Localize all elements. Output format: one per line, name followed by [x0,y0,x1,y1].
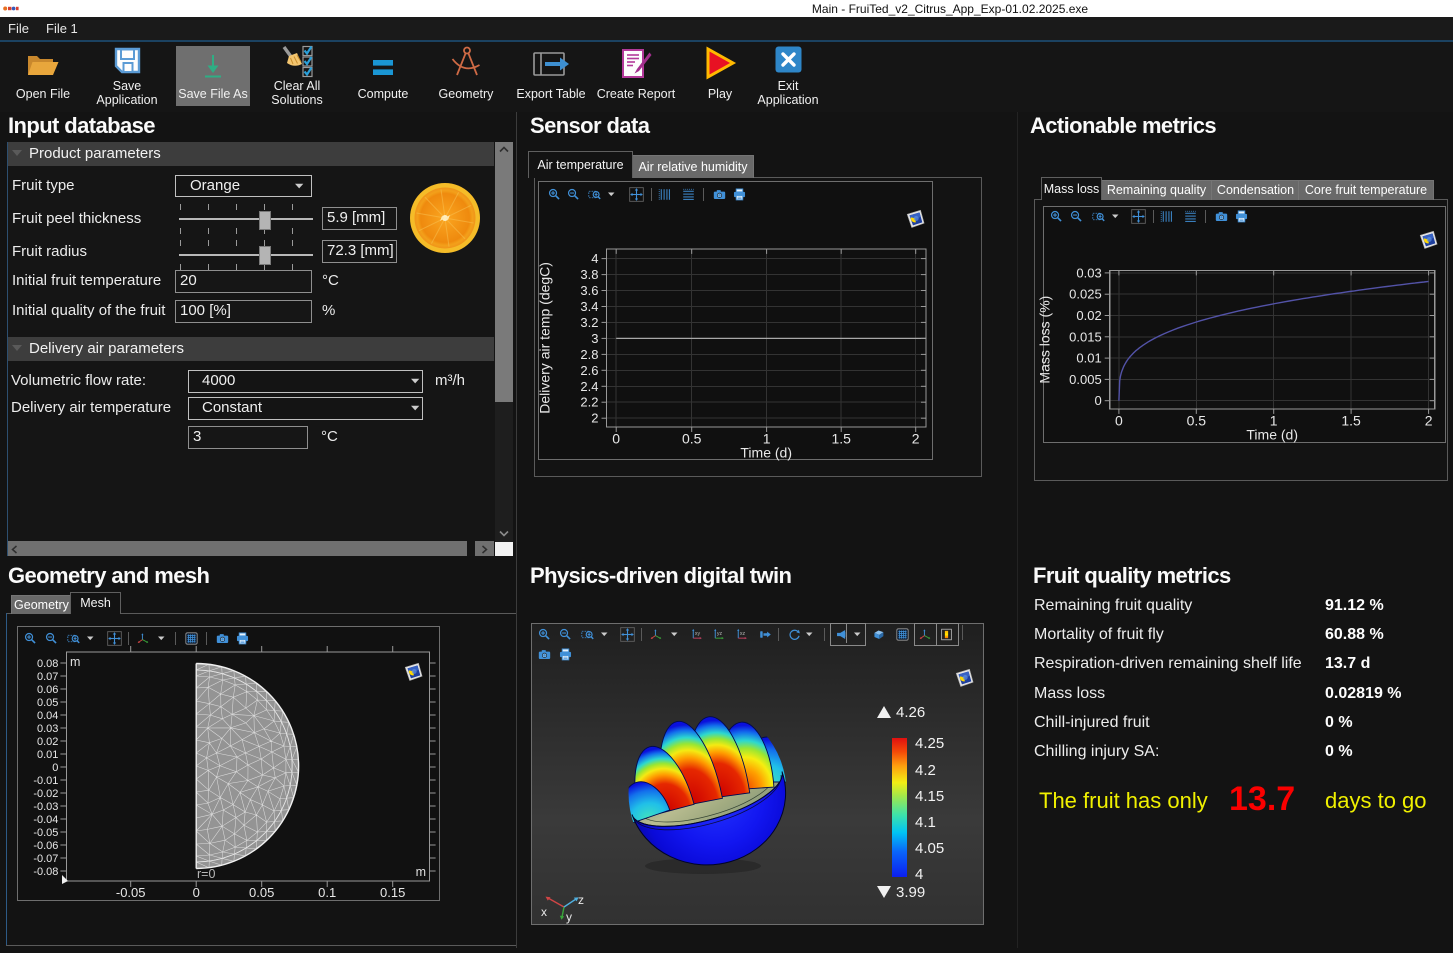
svg-text:-0.06: -0.06 [33,840,58,852]
svg-text:0.03: 0.03 [37,723,58,735]
svg-text:0.02: 0.02 [37,736,58,748]
svg-text:m: m [416,865,426,879]
svg-text:0.1: 0.1 [318,885,336,900]
svg-text:0.5: 0.5 [1187,412,1207,428]
svg-text:Time (d): Time (d) [1246,426,1298,442]
svg-text:3.6: 3.6 [580,283,598,298]
svg-text:1.5: 1.5 [1341,412,1361,428]
svg-text:4: 4 [591,251,598,266]
svg-text:0.5: 0.5 [682,431,702,447]
svg-text:2.2: 2.2 [580,395,598,410]
svg-text:0.07: 0.07 [37,671,58,683]
svg-text:3.4: 3.4 [580,299,598,314]
svg-text:0: 0 [612,431,620,447]
svg-text:0: 0 [193,885,200,900]
svg-text:-0.07: -0.07 [33,853,58,865]
svg-text:0: 0 [1115,412,1123,428]
svg-text:0.01: 0.01 [1076,351,1101,366]
svg-text:x: x [541,905,547,919]
svg-text:Time (d): Time (d) [740,445,792,461]
svg-text:0: 0 [52,762,58,774]
svg-text:0.025: 0.025 [1069,287,1102,302]
svg-text:-0.08: -0.08 [33,866,58,878]
svg-text:2: 2 [591,411,598,426]
svg-text:0: 0 [1094,393,1101,408]
svg-text:m: m [70,655,80,669]
svg-text:-0.02: -0.02 [33,788,58,800]
svg-text:-0.03: -0.03 [33,801,58,813]
svg-text:0.04: 0.04 [37,710,58,722]
svg-text:Mass loss (%): Mass loss (%) [1037,296,1053,384]
svg-text:0.005: 0.005 [1069,372,1102,387]
svg-text:0.05: 0.05 [37,697,58,709]
svg-text:2: 2 [912,431,920,447]
svg-text:-0.05: -0.05 [116,885,146,900]
svg-text:0.08: 0.08 [37,658,58,670]
svg-text:0.15: 0.15 [380,885,405,900]
svg-text:z: z [578,893,584,907]
svg-text:2.8: 2.8 [580,347,598,362]
svg-text:2.4: 2.4 [580,379,598,394]
svg-text:y: y [566,910,572,924]
svg-text:0.015: 0.015 [1069,329,1102,344]
svg-text:0.02: 0.02 [1076,308,1101,323]
svg-text:0.06: 0.06 [37,684,58,696]
svg-text:3: 3 [591,331,598,346]
svg-text:0.05: 0.05 [249,885,274,900]
svg-text:0.01: 0.01 [37,749,58,761]
svg-text:0.03: 0.03 [1076,265,1101,280]
svg-text:Delivery air temp (degC): Delivery air temp (degC) [537,262,553,414]
svg-text:3.2: 3.2 [580,315,598,330]
svg-text:-0.04: -0.04 [33,814,58,826]
svg-text:-0.05: -0.05 [33,827,58,839]
svg-text:2: 2 [1425,412,1433,428]
svg-text:2.6: 2.6 [580,363,598,378]
svg-text:1.5: 1.5 [831,431,851,447]
svg-text:3.8: 3.8 [580,267,598,282]
svg-text:r=0: r=0 [197,867,215,881]
svg-text:-0.01: -0.01 [33,775,58,787]
